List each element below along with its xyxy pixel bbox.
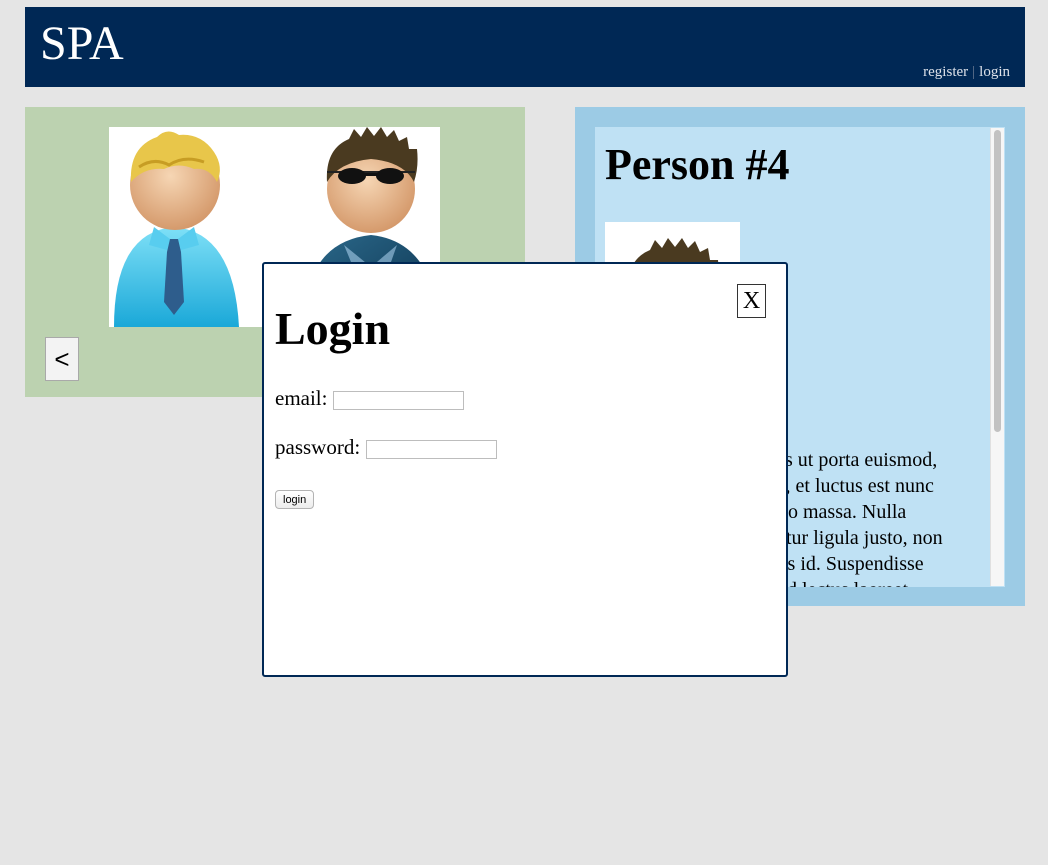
- password-field[interactable]: [366, 440, 498, 459]
- login-title: Login: [275, 303, 391, 354]
- app-title: SPA: [40, 17, 124, 70]
- person-title: Person #4: [605, 140, 790, 189]
- app-header: SPA register | login: [25, 7, 1025, 87]
- login-submit-button[interactable]: login: [275, 490, 315, 509]
- email-row: email:: [275, 386, 465, 411]
- close-button[interactable]: X: [737, 284, 766, 318]
- previous-button[interactable]: <: [45, 337, 79, 381]
- login-link[interactable]: login: [979, 64, 1010, 80]
- header-nav: register | login: [923, 64, 1010, 81]
- email-field[interactable]: [333, 391, 465, 410]
- login-modal: X Login email: password: login: [262, 262, 788, 677]
- nav-separator: |: [972, 64, 976, 80]
- register-link[interactable]: register: [923, 64, 968, 80]
- blond-businessman-avatar-icon: [114, 131, 239, 327]
- password-label: password:: [275, 435, 361, 459]
- email-label: email:: [275, 386, 328, 410]
- password-row: password:: [275, 435, 498, 460]
- scrollbar-thumb[interactable]: [994, 130, 1001, 432]
- vertical-scrollbar[interactable]: [990, 128, 1004, 586]
